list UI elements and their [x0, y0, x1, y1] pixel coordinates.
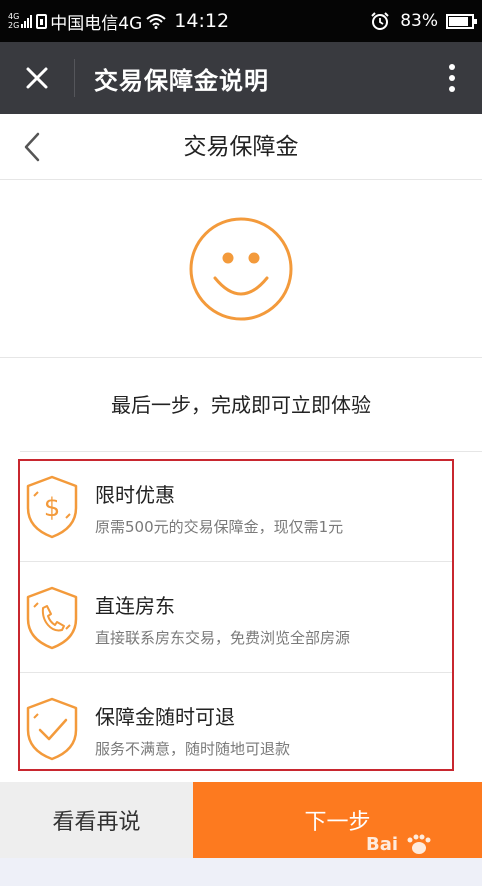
more-icon	[449, 64, 455, 92]
battery-percent: 83%	[400, 11, 438, 31]
close-button[interactable]	[0, 42, 74, 114]
svg-text:$: $	[44, 493, 61, 523]
network-type: 4G	[8, 12, 20, 21]
shield-dollar-icon: $	[26, 475, 78, 539]
feature-title: 直连房东	[95, 594, 175, 618]
wifi-icon	[146, 14, 166, 29]
divider	[20, 451, 482, 452]
network-type: 2G	[8, 21, 20, 30]
app-bar-divider	[74, 59, 75, 97]
alarm-icon	[371, 12, 389, 30]
bottom-strip	[0, 858, 482, 886]
hero	[0, 180, 482, 358]
app-bar: 交易保障金说明	[0, 42, 482, 114]
svg-text:Bai: Bai	[366, 834, 398, 855]
baidu-jingyan-watermark: Bai	[366, 832, 446, 856]
clock: 14:12	[174, 10, 230, 32]
shield-phone-icon	[26, 586, 78, 650]
more-button[interactable]	[422, 42, 482, 114]
carrier-name: 中国电信4G	[50, 13, 143, 34]
status-right: 83%	[370, 11, 477, 31]
feature-description: 原需500元的交易保障金，现仅需1元	[95, 518, 344, 536]
sim-icon	[36, 13, 48, 29]
page-header: 交易保障金	[0, 114, 482, 180]
signal-icon	[21, 14, 33, 28]
network-types: 4G 2G	[8, 12, 19, 30]
page-title: 交易保障金	[183, 134, 299, 160]
divider	[20, 561, 452, 562]
feature-item: $ 限时优惠 原需500元的交易保障金，现仅需1元	[20, 461, 452, 571]
feature-title: 限时优惠	[95, 483, 175, 507]
divider	[20, 672, 452, 673]
battery-icon	[446, 13, 477, 29]
shield-check-icon	[26, 697, 78, 761]
features-list: $ 限时优惠 原需500元的交易保障金，现仅需1元 直连房东 直接联系房东交易，…	[18, 459, 454, 771]
close-icon	[26, 67, 48, 89]
later-button[interactable]: 看看再说	[0, 782, 193, 858]
feature-item: 直连房东 直接联系房东交易，免费浏览全部房源	[20, 572, 452, 682]
baidu-logo: Bai	[366, 834, 431, 855]
smiley-icon	[189, 217, 293, 321]
subtitle: 最后一步，完成即可立即体验	[111, 393, 371, 417]
app-bar-title: 交易保障金说明	[94, 66, 269, 95]
feature-description: 直接联系房东交易，免费浏览全部房源	[95, 629, 351, 647]
status-bar: 4G 2G 中国电信4G 14:12 83%	[0, 0, 482, 42]
feature-title: 保障金随时可退	[95, 705, 235, 729]
feature-description: 服务不满意，随时随地可退款	[95, 740, 291, 758]
feature-item: 保障金随时可退 服务不满意，随时随地可退款	[20, 683, 452, 793]
